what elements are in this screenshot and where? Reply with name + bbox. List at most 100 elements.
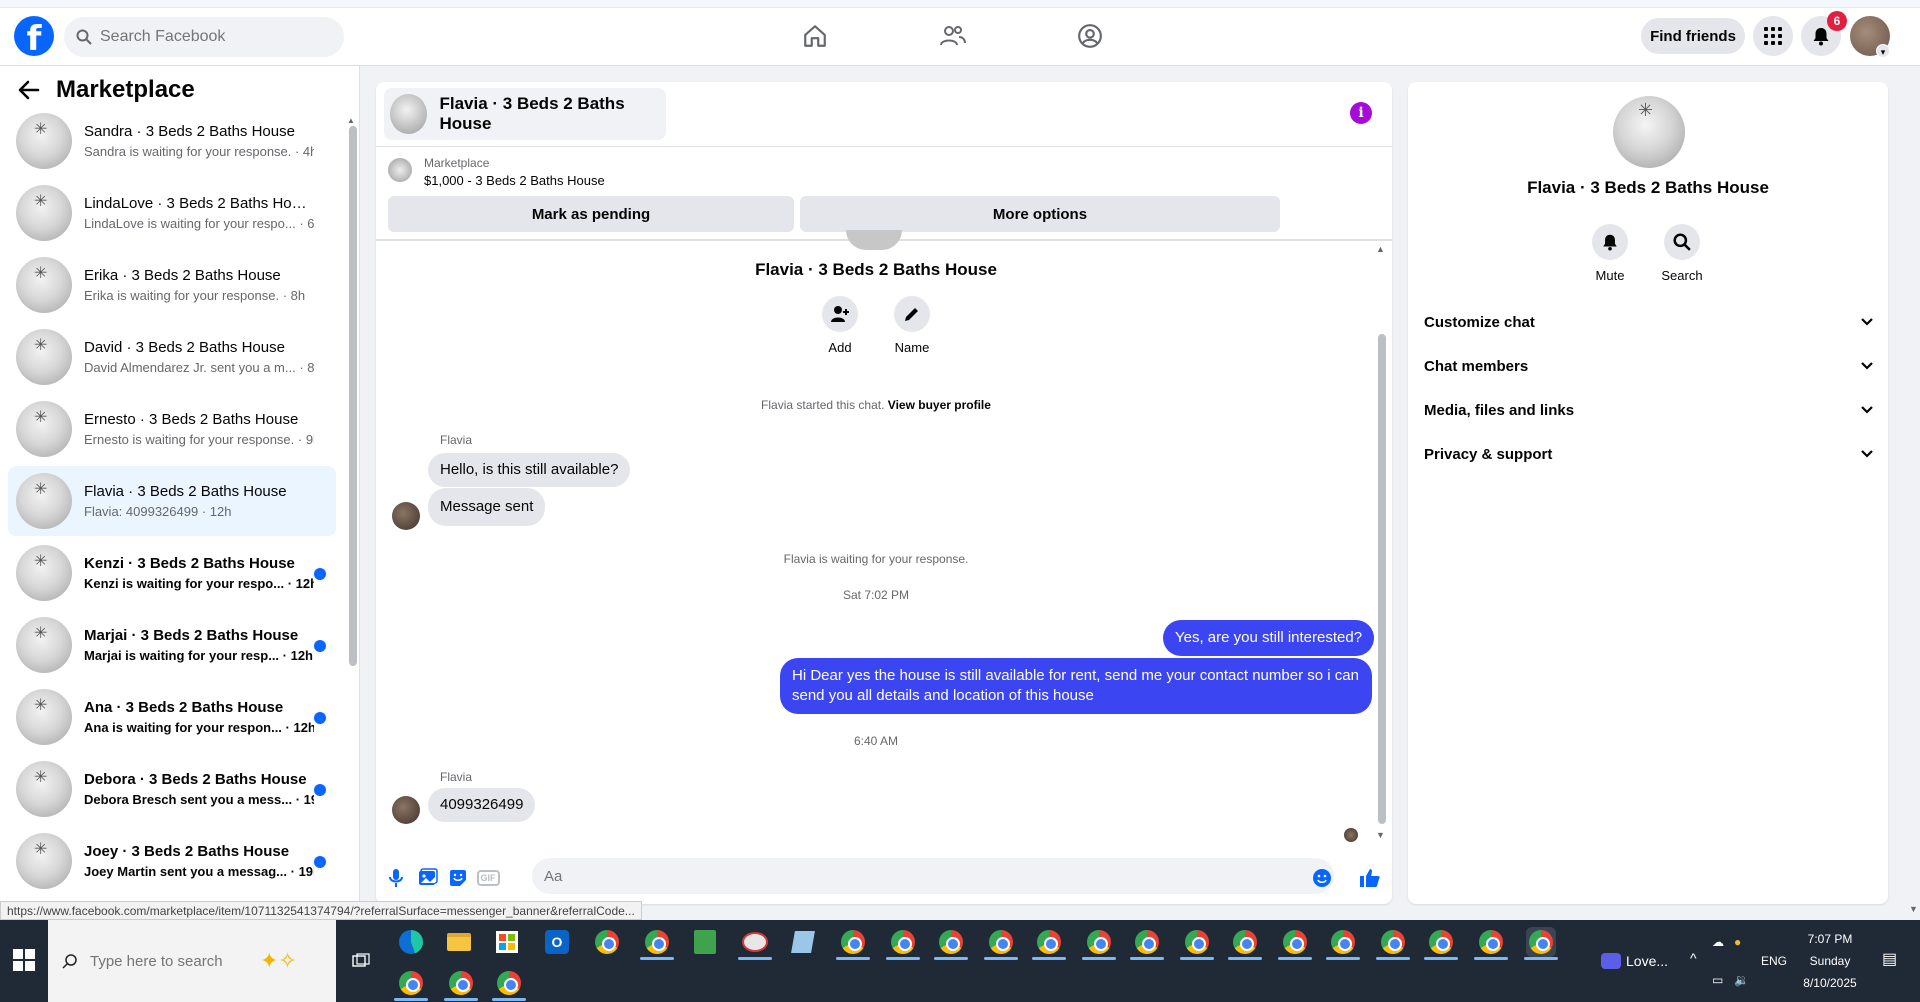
customize-chat-section[interactable]: Customize chat [1424, 300, 1874, 344]
page-scrollbar[interactable] [1907, 66, 1920, 920]
facebook-logo-icon[interactable]: f [14, 16, 54, 56]
conversation-item[interactable]: Ernesto · 3 Beds 2 Baths House Ernesto is… [8, 394, 336, 464]
chrome-window-icon[interactable] [1034, 927, 1064, 957]
spreadsheet-app-icon[interactable] [690, 927, 720, 957]
chrome-window-focused-icon[interactable] [1526, 927, 1556, 957]
privacy-support-section[interactable]: Privacy & support [1424, 432, 1874, 476]
windows-start-icon[interactable] [12, 948, 36, 972]
conversation-item[interactable]: David · 3 Beds 2 Baths House David Almend… [8, 322, 336, 392]
chrome-window-icon[interactable] [1328, 927, 1358, 957]
task-view-icon[interactable] [346, 946, 376, 976]
onedrive-icon[interactable]: ☁ [1712, 935, 1724, 949]
account-chevron-down-icon[interactable]: ▾ [1876, 44, 1890, 58]
conversation-item[interactable]: Erika · 3 Beds 2 Baths House Erika is wai… [8, 250, 336, 320]
taskbar-app-label[interactable]: Love... [1626, 953, 1668, 969]
chrome-window-icon[interactable] [1230, 927, 1260, 957]
more-options-button[interactable]: More options [800, 196, 1280, 232]
file-explorer-icon[interactable] [444, 927, 474, 957]
conversation-item[interactable]: Ana · 3 Beds 2 Baths House Ana is waiting… [8, 682, 336, 752]
chat-scroll-down-icon[interactable]: ▼ [1376, 830, 1385, 840]
conversation-item[interactable]: Marjai · 3 Beds 2 Baths House Marjai is w… [8, 610, 336, 680]
mute-action[interactable]: Mute [1578, 224, 1642, 283]
chrome-window-icon[interactable] [1084, 927, 1114, 957]
chrome-window-icon[interactable] [396, 968, 426, 998]
conversation-item[interactable]: LindaLove · 3 Beds 2 Baths House LindaLov… [8, 178, 336, 248]
chat-members-section[interactable]: Chat members [1424, 344, 1874, 388]
chat-center-title: Flavia · 3 Beds 2 Baths House [755, 260, 997, 279]
page-scroll-down-icon[interactable]: ▼ [1909, 904, 1918, 914]
home-icon[interactable] [799, 20, 831, 52]
edge-browser-icon[interactable] [396, 927, 426, 957]
media-files-links-section[interactable]: Media, files and links [1424, 388, 1874, 432]
volume-icon[interactable]: 🔉 [1734, 973, 1749, 987]
chrome-gmail-icon[interactable] [642, 927, 672, 957]
chat-header-button[interactable]: Flavia · 3 Beds 2 Baths House [384, 88, 666, 140]
view-buyer-profile-link[interactable]: View buyer profile [888, 398, 991, 412]
chat-scroll-up-icon[interactable]: ▲ [1376, 244, 1385, 254]
find-friends-button[interactable]: Find friends [1641, 18, 1745, 54]
listing-price-title[interactable]: $1,000 - 3 Beds 2 Baths House [424, 173, 605, 188]
chrome-window-icon[interactable] [1378, 927, 1408, 957]
sticker-icon[interactable] [446, 866, 470, 890]
chrome-window-icon[interactable] [936, 927, 966, 957]
conversation-item-active[interactable]: Flavia · 3 Beds 2 Baths House Flavia: 409… [8, 466, 336, 536]
notification-center-icon[interactable]: ▤ [1882, 949, 1897, 969]
chrome-icon[interactable] [592, 927, 622, 957]
conversation-item[interactable]: Joey · 3 Beds 2 Baths House Joey Martin s… [8, 826, 336, 896]
chat-scrollbar[interactable] [1378, 334, 1386, 824]
back-arrow-icon[interactable] [18, 80, 40, 100]
chrome-window-icon[interactable] [1132, 927, 1162, 957]
conversation-preview: Sandra is waiting for your response. · 4… [84, 144, 314, 159]
taskbar-search[interactable]: ✦✧ [48, 920, 336, 1002]
chevron-down-icon [1861, 318, 1873, 326]
chrome-window-icon[interactable] [838, 927, 868, 957]
outgoing-message: Hi Dear yes the house is still available… [780, 658, 1372, 714]
listing-photo[interactable] [1613, 96, 1685, 168]
message-input[interactable] [532, 858, 1334, 894]
taskbar-search-input[interactable] [90, 952, 250, 970]
notepad-app-icon[interactable] [788, 927, 818, 957]
facebook-search-input[interactable] [100, 28, 320, 46]
groups-profile-icon[interactable] [1074, 20, 1106, 52]
clock-time[interactable]: 7:07 PM [1806, 932, 1854, 946]
outlook-icon[interactable]: O [542, 927, 572, 957]
menu-grid-button[interactable] [1753, 16, 1793, 56]
language-indicator[interactable]: ENG [1761, 954, 1787, 968]
clock-date[interactable]: 8/10/2025 [1798, 976, 1862, 990]
sidebar-scrollbar[interactable] [349, 126, 357, 666]
name-chat-action[interactable]: Name [882, 296, 942, 355]
conversation-item[interactable]: Debora · 3 Beds 2 Baths House Debora Bres… [8, 754, 336, 824]
clock-day[interactable]: Sunday [1806, 954, 1854, 968]
chrome-window-icon[interactable] [1280, 927, 1310, 957]
chrome-window-icon[interactable] [1426, 927, 1456, 957]
network-icon[interactable]: ▭ [1712, 973, 1723, 987]
chrome-window-icon[interactable] [1182, 927, 1212, 957]
sender-avatar[interactable] [392, 502, 420, 530]
show-hidden-icons-chevron-up-icon[interactable]: ^ [1690, 950, 1697, 966]
microphone-icon[interactable] [384, 866, 408, 890]
emoji-icon[interactable] [1310, 866, 1334, 890]
chrome-window-icon[interactable] [1476, 927, 1506, 957]
mark-as-pending-button[interactable]: Mark as pending [388, 196, 794, 232]
paint-app-icon[interactable] [740, 927, 770, 957]
microsoft-store-icon[interactable] [492, 927, 522, 957]
sender-avatar[interactable] [392, 796, 420, 824]
gif-icon[interactable]: GIF [476, 866, 500, 890]
status-tray-icon[interactable]: ● [1734, 935, 1741, 949]
active-app-indicator [1032, 957, 1066, 960]
add-member-action[interactable]: Add [810, 296, 870, 355]
conversation-item[interactable]: Sandra · 3 Beds 2 Baths House Sandra is w… [8, 106, 336, 176]
sidebar-scroll-up-icon[interactable]: ▲ [347, 116, 355, 125]
friends-icon[interactable] [937, 20, 969, 52]
facebook-search[interactable] [64, 17, 344, 57]
search-in-chat-action[interactable]: Search [1650, 224, 1714, 283]
photo-icon[interactable] [416, 866, 440, 890]
chrome-window-icon[interactable] [888, 927, 918, 957]
chrome-window-icon[interactable] [446, 968, 476, 998]
chrome-window-icon[interactable] [494, 968, 524, 998]
thumbs-up-icon[interactable] [1358, 866, 1382, 890]
info-icon[interactable]: i [1350, 102, 1372, 124]
conversation-item[interactable]: Kenzi · 3 Beds 2 Baths House Kenzi is wai… [8, 538, 336, 608]
video-app-icon[interactable] [1596, 946, 1626, 976]
chrome-window-icon[interactable] [986, 927, 1016, 957]
